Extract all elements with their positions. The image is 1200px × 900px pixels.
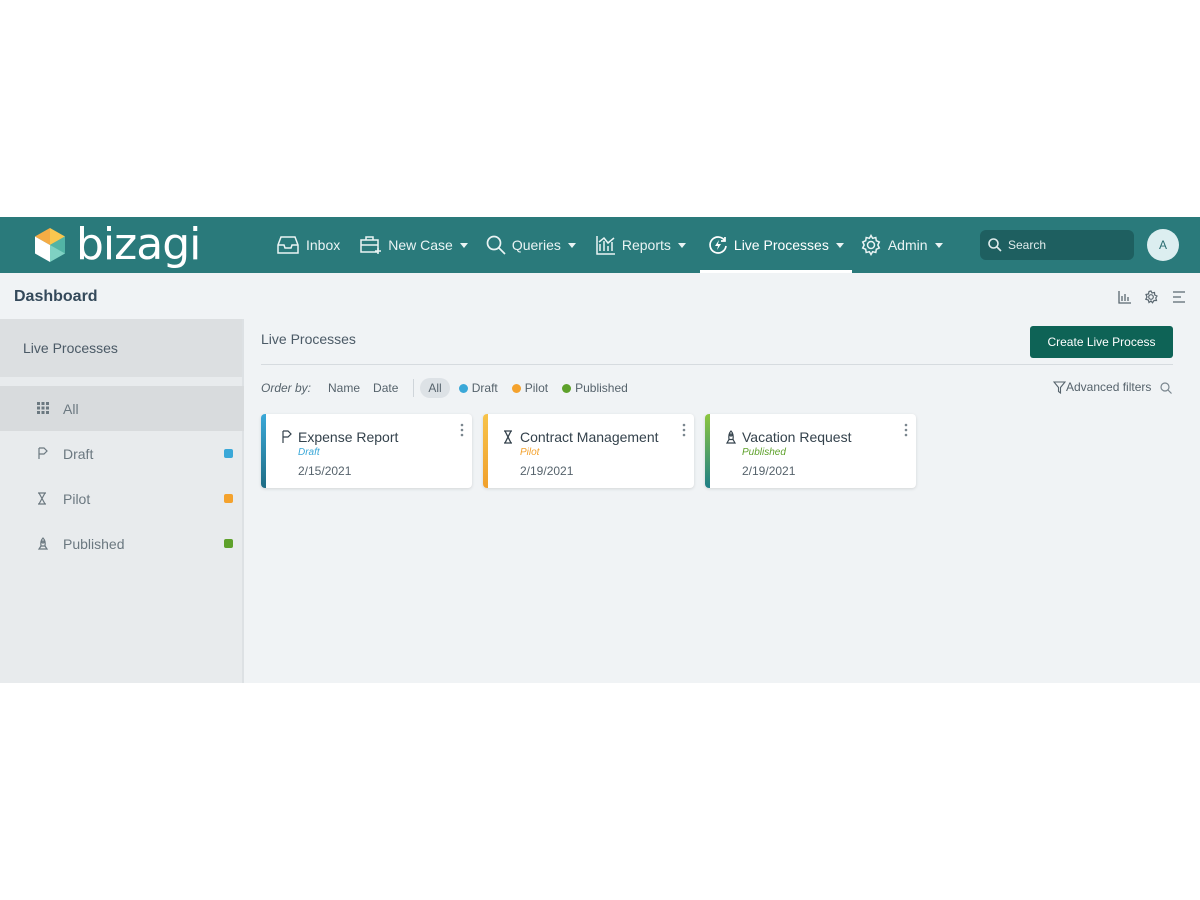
sidebar-item-published[interactable]: Published: [0, 521, 244, 566]
filter-label: Pilot: [524, 381, 549, 395]
divider: [413, 379, 415, 397]
section-title: Live Processes: [261, 331, 356, 347]
nav-live-processes[interactable]: Live Processes: [699, 217, 852, 273]
nav-inbox-label: Inbox: [306, 237, 341, 253]
chevron-down-icon: [934, 242, 943, 248]
order-by-label: Order by:: [261, 381, 312, 395]
filter-draft[interactable]: Draft: [458, 381, 498, 395]
reports-icon: [596, 236, 615, 255]
more-options-icon[interactable]: [904, 423, 908, 437]
order-by-date[interactable]: Date: [373, 381, 398, 395]
card-title: Contract Management: [520, 429, 659, 445]
status-stripe: [483, 414, 488, 488]
sidebar-header: Live Processes: [0, 319, 242, 377]
card-status: Pilot: [520, 447, 540, 458]
filter-published[interactable]: Published: [562, 381, 628, 395]
grid-icon: [37, 402, 49, 414]
process-card-expense-report[interactable]: Expense Report Draft 2/15/2021: [261, 414, 472, 488]
bizagi-cube-icon: [35, 228, 65, 262]
card-date: 2/19/2021: [742, 464, 796, 478]
filter-icon: [1053, 380, 1066, 394]
more-options-icon[interactable]: [682, 423, 686, 437]
avatar[interactable]: A: [1147, 229, 1179, 261]
hourglass-icon: [38, 492, 46, 505]
chevron-down-icon: [835, 242, 844, 248]
card-title: Vacation Request: [742, 429, 852, 445]
status-color-dot: [224, 494, 233, 503]
header-tools: [1118, 289, 1186, 305]
status-color-dot: [562, 383, 572, 393]
rocket-icon: [37, 537, 49, 550]
divider: [261, 364, 1173, 365]
nav-reports[interactable]: Reports: [588, 217, 694, 273]
sidebar-item-label: Published: [63, 535, 125, 552]
card-date: 2/15/2021: [298, 464, 352, 478]
draft-icon: [282, 430, 292, 443]
status-stripe: [261, 414, 266, 488]
gear-network-icon[interactable]: [1144, 289, 1160, 305]
app-window: bizagi Inbox New Case Queries Reports Li…: [0, 217, 1200, 683]
process-card-vacation-request[interactable]: Vacation Request Published 2/19/2021: [705, 414, 916, 488]
status-color-dot: [458, 383, 468, 393]
status-color-dot: [224, 449, 233, 458]
filter-label: All: [428, 381, 442, 395]
bar-chart-icon[interactable]: [1118, 290, 1132, 304]
nav-live-processes-label: Live Processes: [733, 237, 829, 253]
sidebar: Live Processes All Draft Pilot Published: [0, 319, 244, 683]
nav-inbox[interactable]: Inbox: [268, 217, 348, 273]
bizagi-logo[interactable]: bizagi: [34, 219, 201, 270]
status-color-dot: [224, 539, 233, 548]
status-stripe: [705, 414, 710, 488]
order-filter-bar: Order by: Name Date All Draft Pilot Publ…: [261, 377, 642, 399]
logo-text: bizagi: [76, 219, 201, 270]
create-live-process-button[interactable]: Create Live Process: [1030, 326, 1173, 358]
sidebar-item-label: Draft: [63, 445, 94, 462]
nav-queries-label: Queries: [511, 237, 561, 253]
sidebar-item-all[interactable]: All: [0, 386, 244, 431]
more-options-icon[interactable]: [460, 423, 464, 437]
hourglass-icon: [504, 430, 512, 444]
card-date: 2/19/2021: [520, 464, 574, 478]
process-card-contract-management[interactable]: Contract Management Pilot 2/19/2021: [483, 414, 694, 488]
search-icon: [486, 235, 506, 255]
global-search[interactable]: [980, 230, 1134, 260]
top-nav-bar: bizagi Inbox New Case Queries Reports Li…: [0, 217, 1200, 273]
nav-admin-label: Admin: [887, 237, 928, 253]
card-title: Expense Report: [298, 429, 399, 445]
chevron-down-icon: [677, 242, 686, 248]
rocket-icon: [725, 430, 737, 444]
search-icon: [988, 238, 1002, 252]
filter-pilot[interactable]: Pilot: [511, 381, 549, 395]
status-color-dot: [511, 383, 521, 393]
new-case-icon: [360, 236, 382, 254]
order-by-name[interactable]: Name: [328, 381, 360, 395]
nav-reports-label: Reports: [621, 237, 671, 253]
filter-all[interactable]: All: [420, 378, 450, 398]
search-input[interactable]: [1008, 238, 1118, 252]
live-processes-icon: [709, 236, 727, 254]
filter-label: Draft: [471, 381, 498, 395]
chevron-down-icon: [459, 242, 468, 248]
card-status: Published: [742, 447, 786, 458]
nav-admin[interactable]: Admin: [852, 217, 951, 273]
sidebar-item-label: All: [63, 400, 79, 417]
advanced-filters-label: Advanced filters: [1066, 380, 1152, 394]
main-nav: Inbox New Case Queries Reports Live Proc…: [268, 217, 951, 273]
sidebar-item-pilot[interactable]: Pilot: [0, 476, 244, 521]
inbox-icon: [277, 236, 299, 254]
search-icon[interactable]: [1160, 382, 1172, 394]
page-title: Dashboard: [14, 288, 98, 305]
nav-new-case[interactable]: New Case: [352, 217, 476, 273]
list-icon[interactable]: [1172, 290, 1186, 304]
card-status: Draft: [298, 447, 320, 458]
chevron-down-icon: [567, 242, 576, 248]
sidebar-item-label: Pilot: [63, 490, 91, 507]
advanced-filters-button[interactable]: Advanced filters: [1053, 380, 1151, 394]
nav-new-case-label: New Case: [388, 237, 453, 253]
nav-queries[interactable]: Queries: [478, 217, 584, 273]
filter-label: Published: [575, 381, 628, 395]
sidebar-item-draft[interactable]: Draft: [0, 431, 244, 476]
gear-icon: [861, 234, 881, 256]
draft-icon: [38, 447, 48, 459]
